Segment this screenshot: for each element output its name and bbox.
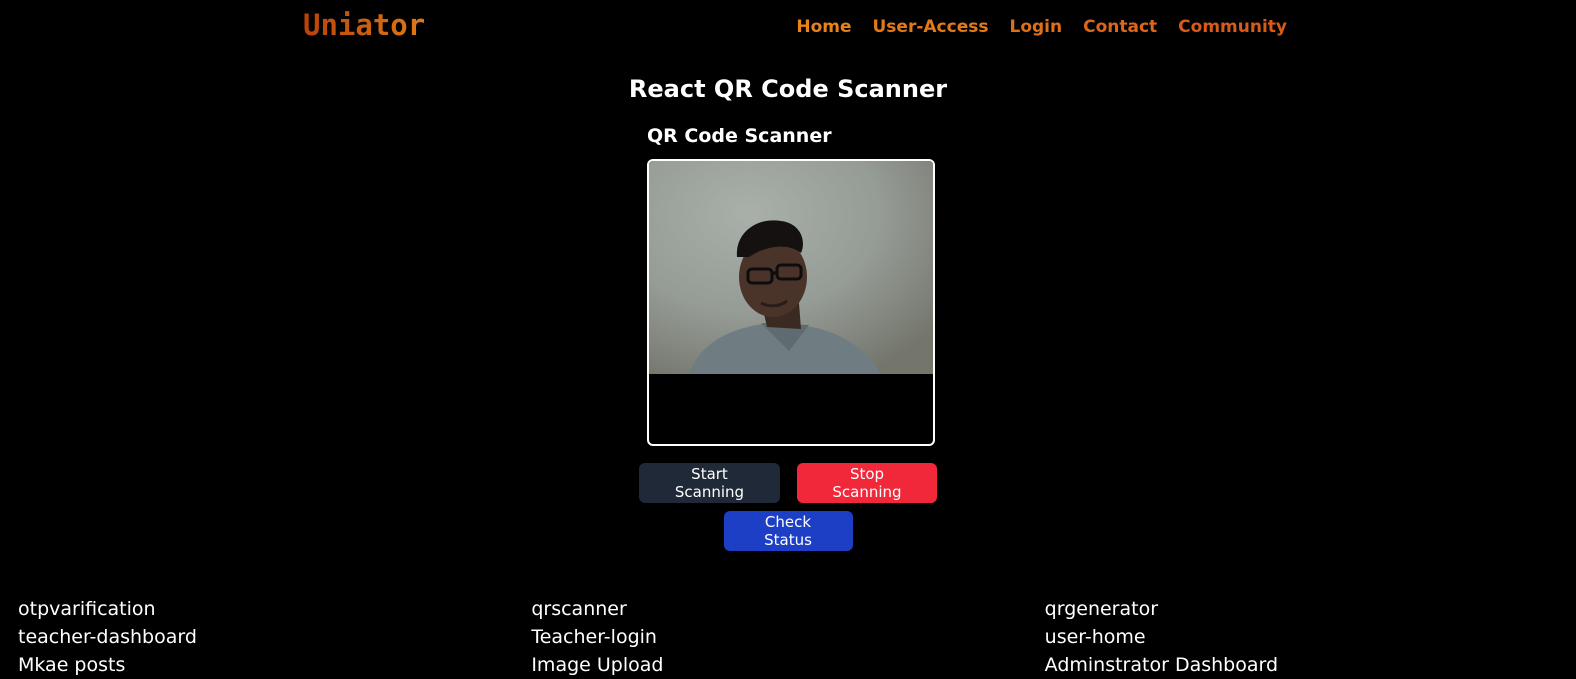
nav-user-access[interactable]: User-Access (873, 17, 989, 37)
footer-column-3: qrgenerator user-home Adminstrator Dashb… (1045, 595, 1558, 679)
footer-link-teacher-dashboard[interactable]: teacher-dashboard (18, 623, 531, 651)
footer-column-2: qrscanner Teacher-login Image Upload (531, 595, 1044, 679)
check-status-button[interactable]: Check Status (723, 511, 853, 551)
nav-community[interactable]: Community (1178, 17, 1287, 37)
footer-link-otpvarification[interactable]: otpvarification (18, 595, 531, 623)
page-title: React QR Code Scanner (628, 75, 948, 103)
nav-contact[interactable]: Contact (1083, 17, 1157, 37)
camera-feed (649, 161, 933, 374)
scanner-viewport (647, 159, 935, 446)
footer-link-administrator-dashboard[interactable]: Adminstrator Dashboard (1045, 651, 1558, 679)
scan-controls: Start Scanning Stop Scanning (0, 463, 1576, 503)
footer-link-image-upload[interactable]: Image Upload (531, 651, 1044, 679)
page: Uniator Home User-Access Login Contact C… (0, 0, 1576, 679)
scanner-title: QR Code Scanner (647, 125, 832, 147)
footer-link-teacher-login[interactable]: Teacher-login (531, 623, 1044, 651)
nav-home[interactable]: Home (796, 17, 851, 37)
footer-link-make-posts[interactable]: Mkae posts (18, 651, 531, 679)
footer-links: otpvarification teacher-dashboard Mkae p… (18, 595, 1558, 679)
footer-link-qrscanner[interactable]: qrscanner (531, 595, 1044, 623)
start-scanning-button[interactable]: Start Scanning (639, 463, 780, 503)
brand-logo[interactable]: Uniator (303, 8, 425, 42)
main-nav: Home User-Access Login Contact Community (796, 17, 1287, 37)
footer-column-1: otpvarification teacher-dashboard Mkae p… (18, 595, 531, 679)
footer-link-qrgenerator[interactable]: qrgenerator (1045, 595, 1558, 623)
status-controls: Check Status (0, 511, 1576, 551)
footer-link-user-home[interactable]: user-home (1045, 623, 1558, 651)
nav-login[interactable]: Login (1009, 17, 1062, 37)
stop-scanning-button[interactable]: Stop Scanning (797, 463, 937, 503)
